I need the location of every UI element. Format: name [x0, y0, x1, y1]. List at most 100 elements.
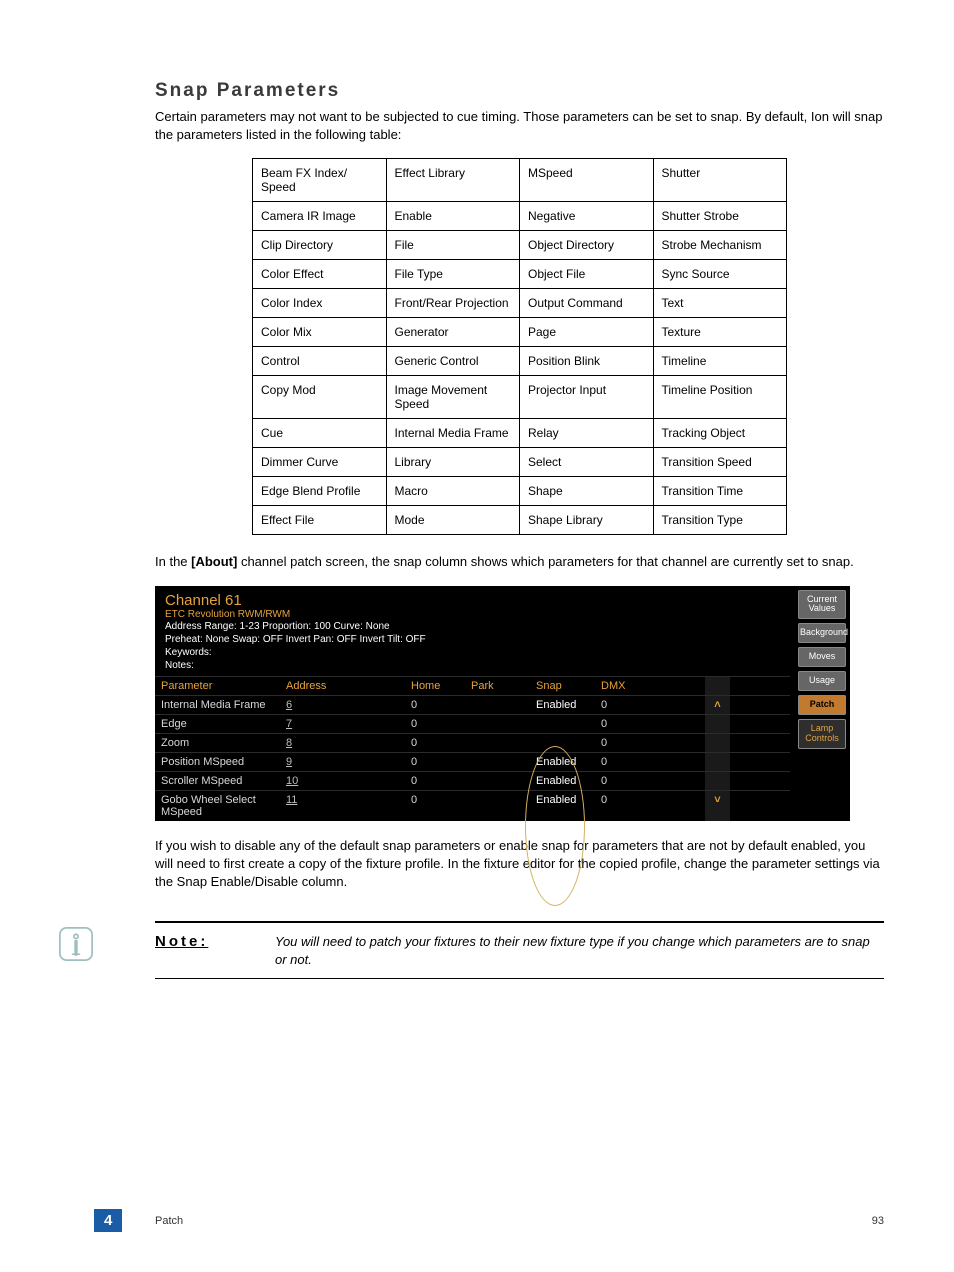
col-address: Address: [280, 677, 405, 695]
table-row: Camera IR ImageEnableNegativeShutter Str…: [253, 202, 787, 231]
cell-home: 0: [405, 696, 465, 714]
table-cell: Clip Directory: [253, 231, 387, 260]
table-cell: Object Directory: [520, 231, 654, 260]
scroll-mid-icon: [705, 772, 730, 790]
cell-snap: Enabled: [530, 753, 595, 771]
table-cell: File Type: [386, 260, 520, 289]
cell-snap: [530, 715, 595, 733]
about-text-pre: In the: [155, 554, 191, 569]
param-table-row: Internal Media Frame60Enabled0˄: [155, 695, 790, 714]
table-cell: Timeline: [653, 347, 787, 376]
cell-address: 11: [280, 791, 405, 821]
table-cell: Camera IR Image: [253, 202, 387, 231]
snap-parameters-table: Beam FX Index/ SpeedEffect LibraryMSpeed…: [252, 158, 787, 535]
table-cell: Effect Library: [386, 159, 520, 202]
col-snap: Snap: [530, 677, 595, 695]
table-cell: Timeline Position: [653, 376, 787, 419]
sidebar-tab-background[interactable]: Background: [798, 623, 846, 643]
chapter-section-label: Patch: [155, 1215, 183, 1227]
note-block: Note: You will need to patch your fixtur…: [155, 921, 884, 979]
table-row: Color EffectFile TypeObject FileSync Sou…: [253, 260, 787, 289]
table-row: Clip DirectoryFileObject DirectoryStrobe…: [253, 231, 787, 260]
cell-dmx: 0: [595, 791, 705, 821]
cell-address: 8: [280, 734, 405, 752]
sidebar-tab-usage[interactable]: Usage: [798, 671, 846, 691]
sidebar-tab-lamp-controls[interactable]: Lamp Controls: [798, 719, 846, 749]
table-row: Copy ModImage Movement SpeedProjector In…: [253, 376, 787, 419]
table-cell: Color Index: [253, 289, 387, 318]
cell-home: 0: [405, 715, 465, 733]
cell-home: 0: [405, 791, 465, 821]
cell-snap: Enabled: [530, 772, 595, 790]
channel-title: Channel 61: [165, 592, 780, 609]
cell-param: Gobo Wheel Select MSpeed: [155, 791, 280, 821]
table-cell: Copy Mod: [253, 376, 387, 419]
screenshot-sidebar: Current Values Background Moves Usage Patch L…: [794, 586, 850, 821]
table-cell: Transition Speed: [653, 448, 787, 477]
sidebar-tab-current-values[interactable]: Current Values: [798, 590, 846, 620]
sidebar-tab-patch[interactable]: Patch: [798, 695, 846, 715]
cell-snap: Enabled: [530, 791, 595, 821]
scroll-down-icon[interactable]: ˅: [705, 791, 730, 821]
table-cell: Shape Library: [520, 506, 654, 535]
note-text: You will need to patch your fixtures to …: [275, 933, 884, 968]
page-number: 93: [872, 1215, 884, 1227]
table-cell: Enable: [386, 202, 520, 231]
table-cell: Mode: [386, 506, 520, 535]
cell-home: 0: [405, 753, 465, 771]
table-row: Beam FX Index/ SpeedEffect LibraryMSpeed…: [253, 159, 787, 202]
table-cell: Dimmer Curve: [253, 448, 387, 477]
fixture-name: ETC Revolution RWM/RWM: [165, 609, 780, 620]
col-parameter: Parameter: [155, 677, 280, 695]
cell-home: 0: [405, 734, 465, 752]
scroll-mid-icon: [705, 715, 730, 733]
col-arrow: [705, 677, 730, 695]
intro-paragraph: Certain parameters may not want to be su…: [155, 108, 884, 144]
param-table-header: Parameter Address Home Park Snap DMX: [155, 676, 790, 695]
table-row: Color IndexFront/Rear ProjectionOutput C…: [253, 289, 787, 318]
section-heading: Snap Parameters: [155, 80, 884, 102]
param-table-row: Scroller MSpeed100Enabled0: [155, 771, 790, 790]
cell-snap: Enabled: [530, 696, 595, 714]
info-line-3: Keywords:: [165, 646, 780, 659]
table-cell: File: [386, 231, 520, 260]
cell-address: 10: [280, 772, 405, 790]
cell-param: Zoom: [155, 734, 280, 752]
table-cell: Edge Blend Profile: [253, 477, 387, 506]
about-text-post: channel patch screen, the snap column sh…: [237, 554, 853, 569]
table-cell: Front/Rear Projection: [386, 289, 520, 318]
table-row: Dimmer CurveLibrarySelectTransition Spee…: [253, 448, 787, 477]
col-home: Home: [405, 677, 465, 695]
cell-dmx: 0: [595, 772, 705, 790]
cell-param: Edge: [155, 715, 280, 733]
table-cell: Color Effect: [253, 260, 387, 289]
cell-park: [465, 734, 530, 752]
table-cell: Effect File: [253, 506, 387, 535]
table-row: Color MixGeneratorPageTexture: [253, 318, 787, 347]
table-cell: Object File: [520, 260, 654, 289]
table-cell: Transition Time: [653, 477, 787, 506]
table-row: Edge Blend ProfileMacroShapeTransition T…: [253, 477, 787, 506]
col-park: Park: [465, 677, 530, 695]
cell-param: Internal Media Frame: [155, 696, 280, 714]
cell-park: [465, 753, 530, 771]
cell-param: Scroller MSpeed: [155, 772, 280, 790]
cell-dmx: 0: [595, 715, 705, 733]
info-icon: [59, 927, 93, 961]
table-cell: Position Blink: [520, 347, 654, 376]
scroll-up-icon[interactable]: ˄: [705, 696, 730, 714]
sidebar-tab-moves[interactable]: Moves: [798, 647, 846, 667]
cell-park: [465, 715, 530, 733]
table-cell: Select: [520, 448, 654, 477]
cell-address: 6: [280, 696, 405, 714]
about-channel-screenshot: Channel 61 ETC Revolution RWM/RWM Addres…: [155, 586, 850, 821]
table-cell: Generator: [386, 318, 520, 347]
cell-park: [465, 696, 530, 714]
cell-dmx: 0: [595, 696, 705, 714]
table-cell: Transition Type: [653, 506, 787, 535]
table-cell: Library: [386, 448, 520, 477]
table-cell: Negative: [520, 202, 654, 231]
table-cell: Color Mix: [253, 318, 387, 347]
table-cell: MSpeed: [520, 159, 654, 202]
scroll-mid-icon: [705, 753, 730, 771]
